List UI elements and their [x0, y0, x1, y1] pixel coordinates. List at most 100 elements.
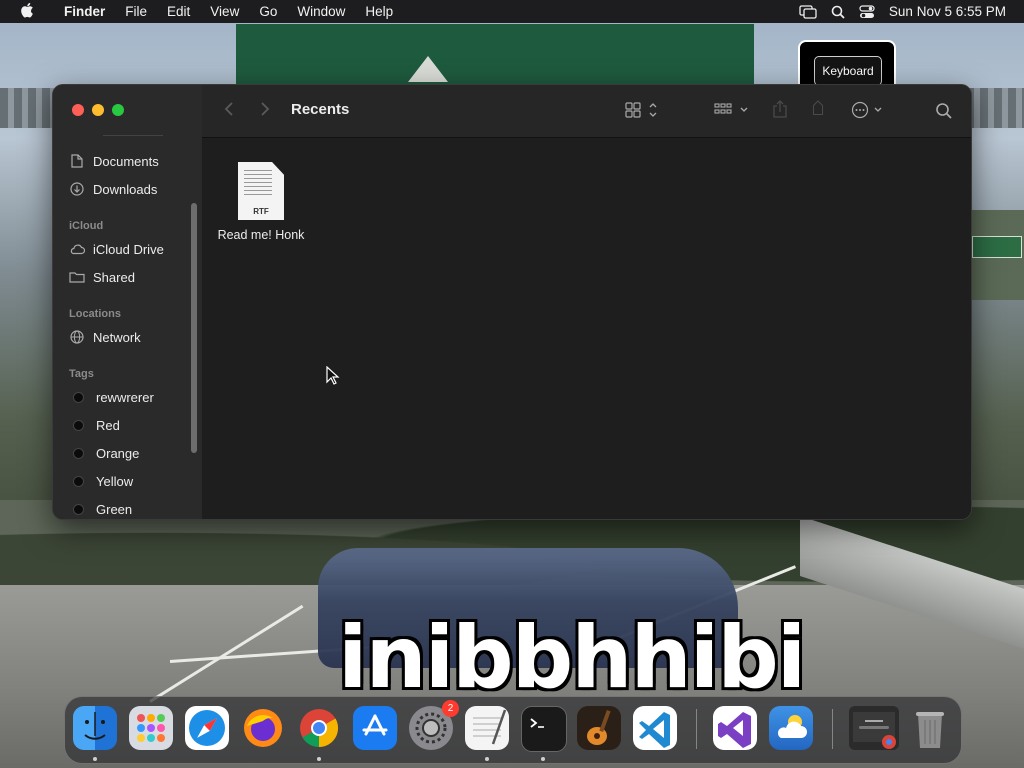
apple-menu-icon[interactable] [0, 2, 54, 22]
dock-system-settings-icon[interactable]: 2 [409, 700, 459, 750]
sidebar-tag-green[interactable]: Green [69, 498, 133, 519]
share-icon[interactable] [772, 99, 788, 122]
menu-app-name[interactable]: Finder [54, 4, 115, 19]
running-indicator [93, 757, 97, 761]
globe-icon [69, 330, 85, 344]
keyboard-button[interactable]: Keyboard [814, 56, 882, 86]
highway-sign [236, 24, 754, 84]
running-indicator [541, 757, 545, 761]
menu-help[interactable]: Help [355, 4, 403, 19]
dock-chrome-icon[interactable] [297, 706, 341, 750]
back-chevron-icon[interactable] [224, 101, 234, 120]
sidebar-item-label: Orange [96, 445, 140, 461]
icon-view-icon[interactable] [625, 102, 659, 121]
document-icon [69, 154, 85, 168]
toolbar: Recents [202, 85, 971, 138]
sidebar-tag-orange[interactable]: Orange [69, 442, 139, 464]
more-actions-icon[interactable] [851, 101, 887, 122]
tag-dot-icon [73, 475, 84, 487]
close-button[interactable] [72, 104, 84, 116]
tag-icon[interactable] [808, 100, 828, 123]
dock-separator [696, 709, 697, 749]
sidebar-item-label: Yellow [96, 473, 134, 489]
dock: 2 [64, 696, 962, 764]
sidebar-item-shared[interactable]: Shared [69, 266, 135, 288]
sidebar-item-documents[interactable]: Documents [69, 150, 159, 172]
dock-textedit-icon[interactable] [465, 706, 509, 750]
window-title: Recents [291, 101, 350, 118]
control-center-icon[interactable] [859, 4, 875, 19]
sidebar-tag-red[interactable]: Red [69, 414, 120, 436]
file-item[interactable]: RTF Read me! Honk [216, 162, 306, 242]
zoom-button[interactable] [112, 104, 124, 116]
dock-firefox-icon[interactable] [241, 706, 285, 750]
file-area[interactable]: RTF Read me! Honk [202, 138, 971, 519]
sidebar-header-tags: Tags [69, 368, 94, 380]
sidebar-tag-yellow[interactable]: Yellow [69, 470, 133, 492]
dock-weather-icon[interactable] [769, 706, 813, 750]
sidebar-header-icloud: iCloud [69, 220, 104, 232]
dock-visual-studio-icon[interactable] [713, 706, 757, 750]
dock-finder-icon[interactable] [73, 706, 117, 750]
rtf-document-icon: RTF [238, 162, 284, 220]
dock-vscode-icon[interactable] [633, 706, 677, 750]
sidebar-item-label: rewwrerer [96, 389, 154, 405]
screen-mirroring-icon[interactable] [799, 4, 817, 19]
document-lines [244, 170, 272, 196]
sidebar-tag-rewwrerer[interactable]: rewwrerer [69, 386, 154, 408]
finder-window: Documents Downloads iCloud iCloud Drive … [52, 84, 972, 520]
menu-bar: Finder File Edit View Go Window Help Sun… [0, 0, 1024, 23]
sidebar-item-label: Documents [93, 153, 159, 169]
sidebar: Documents Downloads iCloud iCloud Drive … [53, 85, 203, 519]
clock[interactable]: Sun Nov 5 6:55 PM [889, 4, 1006, 19]
sidebar-item-downloads[interactable]: Downloads [69, 178, 157, 200]
dock-minimized-window-icon[interactable] [849, 706, 899, 750]
dock-launchpad-icon[interactable] [129, 706, 173, 750]
sidebar-item-label: iCloud Drive [93, 241, 164, 257]
status-area: Sun Nov 5 6:55 PM [799, 4, 1024, 19]
tag-dot-icon [73, 447, 84, 459]
file-name: Read me! Honk [217, 228, 305, 242]
notification-badge: 2 [442, 700, 459, 717]
sidebar-item-icloud-drive[interactable]: iCloud Drive [69, 238, 164, 260]
file-type-label: RTF [253, 207, 269, 216]
menu-go[interactable]: Go [249, 4, 287, 19]
window-controls [72, 104, 124, 116]
search-icon[interactable] [935, 102, 953, 123]
running-indicator [485, 757, 489, 761]
dock-separator [832, 709, 833, 749]
minimize-button[interactable] [92, 104, 104, 116]
shared-folder-icon [69, 271, 85, 283]
cloud-icon [69, 243, 85, 255]
clipped-sidebar-item [103, 129, 163, 136]
menu-window[interactable]: Window [287, 4, 355, 19]
tag-dot-icon [73, 503, 84, 515]
menu-view[interactable]: View [200, 4, 249, 19]
tag-dot-icon [73, 419, 84, 431]
exit-sign [972, 236, 1022, 258]
sidebar-item-label: Red [96, 417, 120, 433]
spotlight-search-icon[interactable] [831, 5, 845, 19]
sidebar-scrollbar[interactable] [191, 203, 197, 453]
sidebar-item-label: Network [93, 329, 141, 345]
wallpaper-caption: inibbhhibi [338, 608, 806, 708]
download-icon [69, 182, 85, 196]
menu-edit[interactable]: Edit [157, 4, 200, 19]
mouse-cursor-icon [326, 365, 340, 391]
dock-app-store-icon[interactable] [353, 706, 397, 750]
tag-dot-icon [73, 391, 84, 403]
sidebar-header-locations: Locations [69, 308, 121, 320]
sidebar-item-label: Downloads [93, 181, 158, 197]
sign-arrow [408, 56, 448, 82]
dock-terminal-icon[interactable] [521, 706, 567, 752]
sidebar-item-label: Green [96, 501, 133, 517]
forward-chevron-icon[interactable] [260, 101, 270, 120]
running-indicator [317, 757, 321, 761]
group-by-icon[interactable] [714, 102, 750, 121]
dock-garageband-icon[interactable] [577, 706, 621, 750]
sidebar-item-network[interactable]: Network [69, 326, 141, 348]
dock-trash-icon[interactable] [908, 706, 952, 750]
sidebar-item-label: Shared [93, 269, 135, 285]
menu-file[interactable]: File [115, 4, 157, 19]
dock-safari-icon[interactable] [185, 706, 229, 750]
